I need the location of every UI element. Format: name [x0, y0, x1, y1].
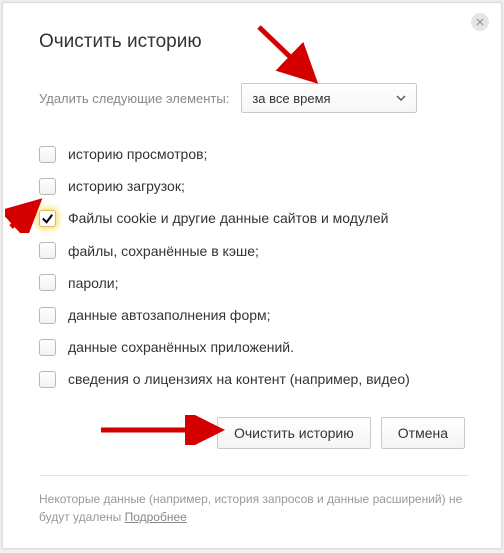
option-label: историю просмотров;: [68, 145, 207, 163]
option-checkbox[interactable]: [39, 178, 56, 195]
time-range-row: Удалить следующие элементы: за все время: [39, 83, 469, 113]
time-range-label: Удалить следующие элементы:: [39, 91, 229, 106]
option-label: Файлы cookie и другие данные сайтов и мо…: [68, 209, 388, 227]
close-icon: [476, 18, 484, 26]
option-label: данные сохранённых приложений.: [68, 338, 294, 356]
option-label: пароли;: [68, 274, 119, 292]
option-row: сведения о лицензиях на контент (наприме…: [39, 370, 469, 388]
close-button[interactable]: [471, 13, 489, 31]
option-row: данные автозаполнения форм;: [39, 306, 469, 324]
option-checkbox[interactable]: [39, 274, 56, 291]
footer-note: Некоторые данные (например, история запр…: [39, 476, 469, 526]
time-range-select[interactable]: за все время: [241, 83, 417, 113]
option-row: файлы, сохранённые в кэше;: [39, 242, 469, 260]
option-label: сведения о лицензиях на контент (наприме…: [68, 370, 410, 388]
chevron-down-icon: [396, 95, 406, 101]
check-icon: [41, 212, 54, 225]
button-row: Очистить историю Отмена: [39, 417, 469, 449]
footer-text: Некоторые данные (например, история запр…: [39, 492, 462, 524]
option-row: историю загрузок;: [39, 177, 469, 195]
option-label: файлы, сохранённые в кэше;: [68, 242, 259, 260]
cancel-button[interactable]: Отмена: [381, 417, 465, 449]
option-label: историю загрузок;: [68, 177, 185, 195]
option-row: Файлы cookie и другие данные сайтов и мо…: [39, 209, 469, 227]
footer-link[interactable]: Подробнее: [125, 510, 187, 524]
option-label: данные автозаполнения форм;: [68, 306, 271, 324]
option-checkbox[interactable]: [39, 339, 56, 356]
time-range-value: за все время: [252, 91, 330, 106]
annotation-arrow-icon: [249, 19, 329, 89]
dialog-title: Очистить историю: [39, 31, 469, 53]
clear-history-dialog: Очистить историю Удалить следующие элеме…: [2, 2, 502, 549]
option-checkbox[interactable]: [39, 146, 56, 163]
option-row: историю просмотров;: [39, 145, 469, 163]
option-checkbox[interactable]: [39, 242, 56, 259]
option-row: пароли;: [39, 274, 469, 292]
clear-history-button[interactable]: Очистить историю: [217, 417, 371, 449]
option-checkbox[interactable]: [39, 210, 56, 227]
option-checkbox[interactable]: [39, 307, 56, 324]
options-list: историю просмотров; историю загрузок; Файл…: [39, 145, 469, 389]
option-checkbox[interactable]: [39, 371, 56, 388]
option-row: данные сохранённых приложений.: [39, 338, 469, 356]
